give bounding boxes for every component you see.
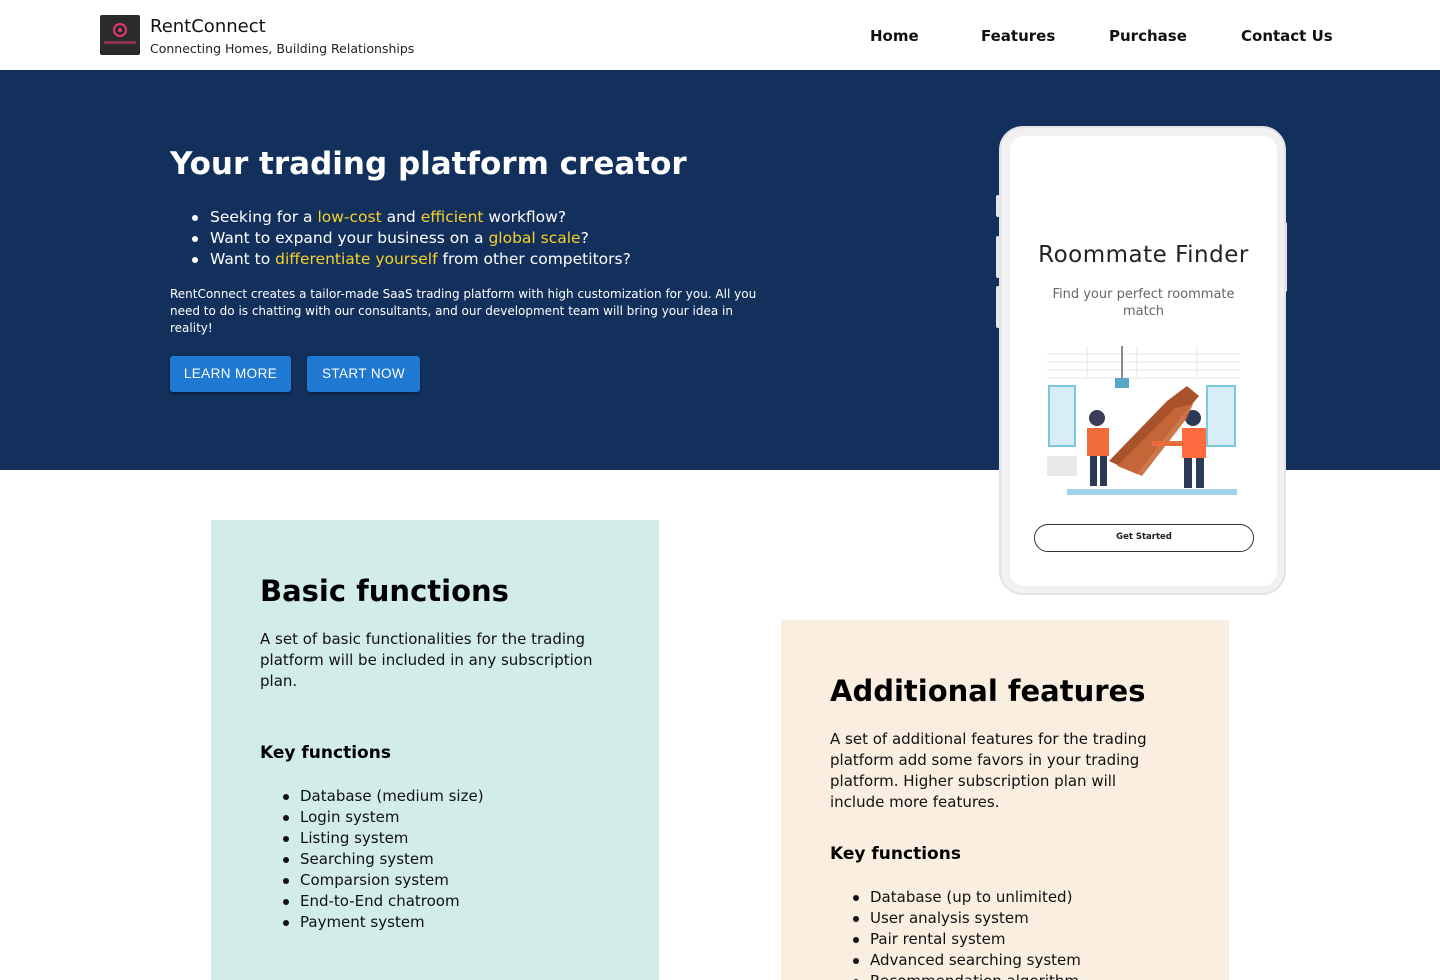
list-item: Pair rental system xyxy=(830,929,1081,950)
hero-bullet-list: Seeking for a low-cost and efficient wor… xyxy=(170,207,631,270)
nav-features[interactable]: Features xyxy=(981,27,1055,45)
list-item: User analysis system xyxy=(830,908,1081,929)
list-item: End-to-End chatroom xyxy=(260,891,484,912)
site-header: RentConnect Connecting Homes, Building R… xyxy=(0,0,1440,70)
hero-description: RentConnect creates a tailor-made SaaS t… xyxy=(170,287,757,335)
phone-app-subtitle: Find your perfect roommate match xyxy=(1052,287,1235,319)
hero-bullet: Want to expand your business on a global… xyxy=(170,228,631,249)
learn-more-button[interactable]: LEARN MORE xyxy=(170,356,291,392)
brand-logo-icon[interactable] xyxy=(100,15,140,55)
start-now-button[interactable]: START NOW xyxy=(307,356,420,392)
basic-functions-description: A set of basic functionalities for the t… xyxy=(260,630,593,690)
hero-title: Your trading platform creator xyxy=(170,146,687,182)
list-item: Searching system xyxy=(260,849,484,870)
additional-features-title: Additional features xyxy=(830,674,1146,708)
list-item: Database (up to unlimited) xyxy=(830,887,1081,908)
list-item: Payment system xyxy=(260,912,484,933)
additional-key-functions-heading: Key functions xyxy=(830,844,961,864)
get-started-button[interactable]: Get Started xyxy=(1034,524,1254,552)
basic-key-functions-heading: Key functions xyxy=(260,743,391,763)
roommates-handshake-illustration-icon xyxy=(1047,346,1240,506)
hero-bullet: Want to differentiate yourself from othe… xyxy=(170,249,631,270)
basic-functions-title: Basic functions xyxy=(260,574,509,608)
additional-features-card: Additional features A set of additional … xyxy=(781,620,1229,980)
additional-key-functions-list: Database (up to unlimited) User analysis… xyxy=(830,887,1081,980)
hero-bullet: Seeking for a low-cost and efficient wor… xyxy=(170,207,631,228)
list-item: Listing system xyxy=(260,828,484,849)
nav-contact-us[interactable]: Contact Us xyxy=(1241,27,1333,45)
phone-screen: Roommate Finder Find your perfect roomma… xyxy=(1010,136,1277,586)
brand-name[interactable]: RentConnect xyxy=(150,16,266,37)
list-item: Recommendation algorithm xyxy=(830,971,1081,980)
list-item: Database (medium size) xyxy=(260,786,484,807)
additional-features-description: A set of additional features for the tra… xyxy=(830,730,1147,811)
nav-purchase[interactable]: Purchase xyxy=(1109,27,1187,45)
list-item: Advanced searching system xyxy=(830,950,1081,971)
basic-functions-card: Basic functions A set of basic functiona… xyxy=(211,520,659,980)
brand-tagline: Connecting Homes, Building Relationships xyxy=(150,41,415,56)
phone-app-title: Roommate Finder xyxy=(1038,242,1249,268)
list-item: Comparsion system xyxy=(260,870,484,891)
list-item: Login system xyxy=(260,807,484,828)
nav-home[interactable]: Home xyxy=(870,27,919,45)
basic-key-functions-list: Database (medium size) Login system List… xyxy=(260,786,484,933)
phone-mockup: Roommate Finder Find your perfect roomma… xyxy=(999,126,1286,595)
